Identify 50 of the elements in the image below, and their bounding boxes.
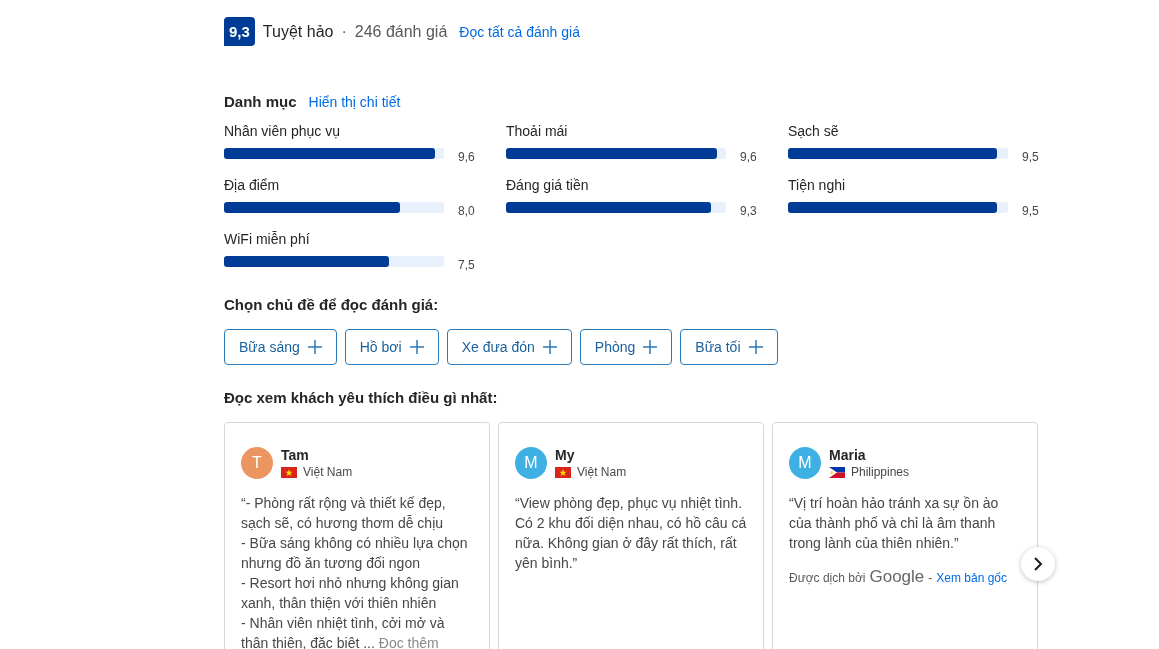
avatar: M bbox=[515, 447, 547, 479]
category-name: Thoải mái bbox=[506, 123, 569, 141]
reviewer-country: Philippines bbox=[851, 465, 910, 479]
category-name: Đáng giá tiền bbox=[506, 177, 590, 195]
avatar: T bbox=[241, 447, 273, 479]
category-score: 9,5 bbox=[1022, 150, 1039, 164]
chevron-right-icon bbox=[1033, 557, 1043, 571]
topic-chip[interactable]: Hồ bơi bbox=[344, 329, 439, 365]
category-score: 9,6 bbox=[458, 150, 475, 164]
topic-chip[interactable]: Xe đưa đón bbox=[446, 329, 572, 365]
plus-icon bbox=[748, 340, 763, 354]
category-score: 9,3 bbox=[740, 204, 757, 218]
read-all-reviews-link[interactable]: Đọc tất cả đánh giá bbox=[459, 23, 580, 40]
topic-chip[interactable]: Bữa tối bbox=[680, 329, 778, 365]
show-details-link[interactable]: Hiển thị chi tiết bbox=[308, 94, 401, 110]
topic-chip[interactable]: Phòng bbox=[579, 329, 673, 365]
separator-dash: - bbox=[928, 571, 933, 585]
category-name: WiFi miễn phí bbox=[224, 231, 311, 249]
reviewer-country: Việt Nam bbox=[577, 465, 627, 479]
category-name: Nhân viên phục vụ bbox=[224, 123, 341, 141]
plus-icon bbox=[409, 340, 424, 354]
reviewer-name: Maria bbox=[829, 447, 867, 463]
reviewer-name: My bbox=[555, 447, 576, 463]
category-name: Địa điểm bbox=[224, 177, 281, 195]
translated-by-label: Được dịch bởi bbox=[789, 571, 866, 585]
rating-score: 9,3 bbox=[224, 17, 255, 46]
section-heading: Chọn chủ đề để đọc đánh giá: bbox=[224, 296, 440, 313]
category-score: 8,0 bbox=[458, 204, 475, 218]
plus-icon bbox=[542, 340, 557, 354]
category-score: 7,5 bbox=[458, 258, 475, 272]
category-name: Tiện nghi bbox=[788, 177, 847, 195]
review-text: “Vị trí hoàn hảo tránh xa sự ồn ào của thành phố và chỉ là âm thanh trong lành của thiên nhiên.” bbox=[789, 494, 1000, 553]
section-heading: Danh mục bbox=[224, 93, 297, 110]
topic-chip[interactable]: Bữa sáng bbox=[224, 329, 337, 365]
review-text: “View phòng đẹp, phục vụ nhiệt tình. Có 2 khu đối diện nhau, có hồ câu cá nữa. Không gian ở đây rất thích, rất yên bình.” bbox=[515, 494, 747, 573]
plus-icon bbox=[307, 340, 322, 354]
category-score: 9,6 bbox=[740, 150, 757, 164]
category-name: Sạch sẽ bbox=[788, 123, 840, 141]
section-heading: Đọc xem khách yêu thích điều gì nhất: bbox=[224, 389, 499, 406]
plus-icon bbox=[643, 340, 658, 354]
reviewer-country: Việt Nam bbox=[303, 465, 353, 479]
translator-logo: Google bbox=[869, 567, 925, 587]
review-count: 246 đánh giá bbox=[354, 22, 448, 41]
view-original-link[interactable]: Xem bản gốc bbox=[936, 571, 1007, 585]
reviewer-name: Tam bbox=[281, 447, 310, 463]
category-score: 9,5 bbox=[1022, 204, 1039, 218]
separator-dot: · bbox=[341, 22, 347, 41]
next-button[interactable] bbox=[1021, 547, 1055, 581]
avatar: M bbox=[789, 447, 821, 479]
rating-label: Tuyệt hảo bbox=[262, 22, 334, 41]
